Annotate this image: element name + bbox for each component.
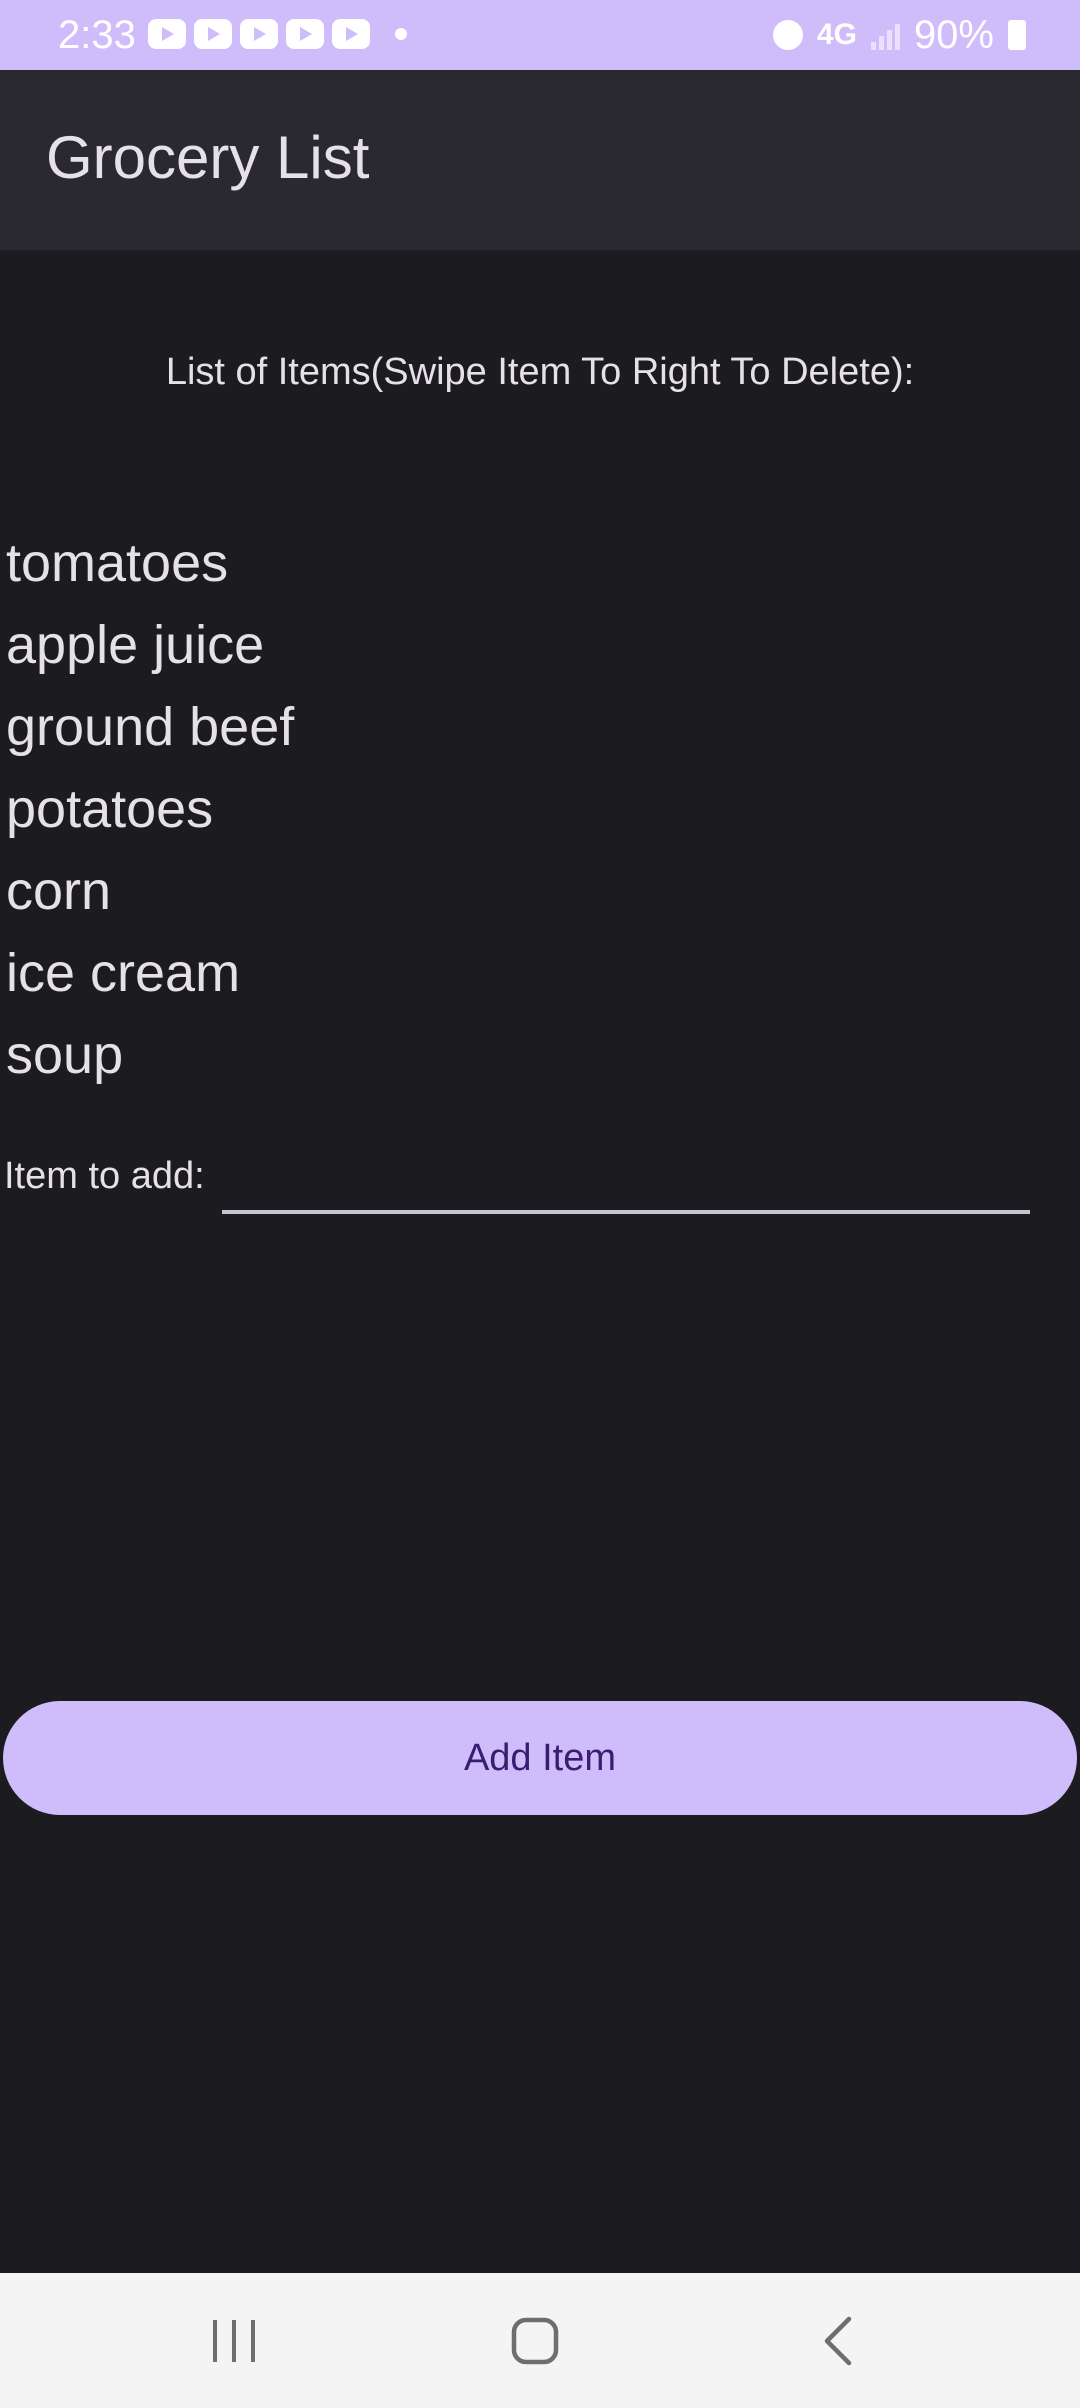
list-item[interactable]: ice cream [0, 932, 1080, 1014]
recents-icon [213, 2319, 255, 2362]
app-bar: Grocery List [0, 70, 1080, 250]
back-chevron-icon [824, 2316, 852, 2365]
home-icon [511, 2317, 559, 2364]
notification-icons [148, 19, 370, 49]
list-item[interactable]: potatoes [0, 768, 1080, 850]
youtube-icon [240, 19, 278, 49]
alarm-icon [772, 20, 803, 50]
list-item[interactable]: corn [0, 850, 1080, 932]
list-item[interactable]: ground beef [0, 686, 1080, 768]
add-item-button[interactable]: Add Item [3, 1701, 1077, 1815]
youtube-icon [332, 19, 370, 49]
recents-button[interactable] [144, 2273, 324, 2408]
item-to-add-input[interactable] [222, 1130, 1030, 1214]
youtube-icon [194, 19, 232, 49]
battery-percent: 90% [913, 12, 994, 57]
list-item[interactable]: soup [0, 1014, 1080, 1096]
network-type: 4G [816, 18, 857, 51]
battery-icon [1008, 20, 1026, 50]
status-time: 2:33 [58, 13, 136, 57]
navigation-bar [0, 2273, 1080, 2408]
item-to-add-label: Item to add: [4, 1155, 205, 1197]
items-list-content: lettuce tomatoes apple juice ground beef… [0, 520, 1080, 1096]
signal-icon [870, 20, 900, 50]
home-button[interactable] [445, 2273, 625, 2408]
status-right: 4G 90% [772, 10, 1026, 60]
items-list[interactable]: lettuce tomatoes apple juice ground beef… [0, 520, 1080, 1106]
status-bar: 2:33 4G 90% [0, 0, 1080, 70]
list-item[interactable]: tomatoes [0, 522, 1080, 604]
back-button[interactable] [748, 2273, 928, 2408]
app-screen: 2:33 4G 90% Grocery List List of Items(S… [0, 0, 1080, 2408]
app-title: Grocery List [46, 124, 370, 191]
youtube-icon [148, 19, 186, 49]
list-heading: List of Items(Swipe Item To Right To Del… [165, 351, 915, 393]
youtube-icon [286, 19, 324, 49]
more-notifications-dot-icon [395, 28, 407, 40]
list-item[interactable]: apple juice [0, 604, 1080, 686]
